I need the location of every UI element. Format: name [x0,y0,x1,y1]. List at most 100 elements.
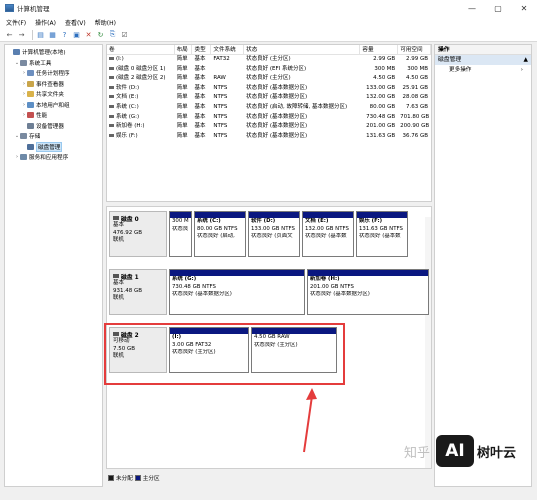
tree-node-icon [27,112,34,119]
partition-status: 状态良好 (基本数据分区) [172,291,232,297]
partition-status: 状态良好 (基本数 [359,233,401,239]
tree-item[interactable]: › 性能 [5,110,102,121]
volume-icon [109,57,114,60]
tree-item[interactable]: 磁盘管理 [5,141,102,153]
column-status[interactable]: 状态 [244,45,361,54]
partition-block[interactable]: 软件 (D:) 133.00 GB NTFS 状态良好 (页面文 [248,211,300,257]
maximize-button[interactable]: ▢ [485,0,511,16]
column-filesystem[interactable]: 文件系统 [211,45,245,54]
volume-capacity: 4.50 GB [373,75,396,82]
volume-capacity: 80.00 GB [369,103,396,110]
volume-row[interactable]: 文档 (E:) 简单 基本 NTFS 状态良好 (基本数据分区) 132.00 GB 28.… [107,93,431,103]
tree-item[interactable]: › 任务计划程序 [5,68,102,79]
column-capacity[interactable]: 容量 [360,45,399,54]
delete-icon[interactable]: ✕ [84,30,93,39]
disk-size: 931.48 GB [113,287,143,294]
action-group-label: 磁盘管理 [438,57,462,63]
partition-label: 系统 (C:) [197,218,221,224]
partition-block[interactable]: 300 M 状态良 [169,211,192,257]
tree-item[interactable]: 设备管理器 [5,121,102,132]
volume-icon [109,66,114,70]
watermark-zhihu: 知乎 [404,445,431,461]
menu-action[interactable]: 操作(A) [35,18,56,27]
volume-row[interactable]: 系统 (G:) 简单 基本 NTFS 状态良好 (基本数据分区) 730.48 GB 701… [107,113,431,123]
help-icon[interactable]: ? [60,30,69,39]
partition-block[interactable]: 娱乐 (F:) 131.63 GB NTFS 状态良好 (基本数 [356,211,408,257]
volume-type: 基本 [194,123,206,130]
volume-status: 状态良好 (主分区) [246,56,291,62]
partition-status: 状态良好 (基本数据分区) [310,291,370,297]
menu-view[interactable]: 查看(V) [65,18,86,27]
tree-item-label: 设备管理器 [36,123,64,130]
properties-icon[interactable]: ▣ [72,30,81,39]
tree-node-icon [27,122,34,129]
volume-row[interactable]: (磁盘 0 磁盘分区 1) 简单 基本 状态良好 (EFI 系统分区) 300 MB 30… [107,65,431,75]
minimize-button[interactable]: — [459,0,485,16]
volume-row[interactable]: 软件 (D:) 简单 基本 NTFS 状态良好 (基本数据分区) 133.00 GB 25.… [107,84,431,94]
collapse-icon[interactable]: ▲ [524,55,528,65]
partition-size: 132.00 GB NTFS [305,225,349,232]
annotation-arrow-icon [303,388,317,453]
menu-file[interactable]: 文件(F) [6,18,26,27]
up-level-icon[interactable]: ▤ [36,30,45,39]
more-actions[interactable]: 更多操作 › [435,65,531,75]
tree-item[interactable]: › 共享文件夹 [5,89,102,100]
volume-free-space: 4.50 GB [405,75,428,82]
volume-filesystem: NTFS [213,103,228,110]
forward-icon[interactable]: → [17,30,26,39]
volume-filesystem [211,65,244,75]
volume-layout: 简单 [176,113,188,120]
volume-status: 状态良好 (基本数据分区) [246,84,308,91]
tree-item[interactable]: ⌄ 存储 [5,131,102,142]
partition-size: 131.63 GB NTFS [359,225,403,232]
volume-free-space: 200.90 GB [400,123,430,130]
partition-block[interactable]: 文档 (E:) 132.00 GB NTFS 状态良好 (基本数 [302,211,354,257]
volume-row[interactable]: 系统 (C:) 简单 基本 NTFS 状态良好 (启动, 故障转储, 基本数据分区) 80… [107,103,431,113]
volume-free-space: 28.08 GB [402,94,428,101]
partition-status: 状态良 [172,225,189,232]
volume-name: 新加卷 (H:) [107,122,175,132]
partition-block[interactable]: 新加卷 (H:) 201.00 GB NTFS 状态良好 (基本数据分区) [307,269,429,315]
show-tree-icon[interactable]: ▦ [48,30,57,39]
action-group-disk-management[interactable]: 磁盘管理 ▲ [435,55,531,65]
toolbar: ← → ▤ ▦ ? ▣ ✕ ↻ ⎘ ☑ [0,28,537,42]
column-type[interactable]: 类型 [192,45,212,54]
volume-row[interactable]: 娱乐 (F:) 简单 基本 NTFS 状态良好 (基本数据分区) 131.63 GB 36.… [107,132,431,142]
partition-status: 状态良好 (页面文 [251,233,293,239]
volume-type: 基本 [194,65,206,72]
menu-help[interactable]: 帮助(H) [95,18,116,27]
tree-item[interactable]: › 服务和应用程序 [5,152,102,163]
chevron-right-icon: › [520,67,523,73]
volume-row[interactable]: 新加卷 (H:) 简单 基本 NTFS 状态良好 (基本数据分区) 201.00 GB 20… [107,122,431,132]
column-layout[interactable]: 布局 [175,45,193,54]
column-volume[interactable]: 卷 [107,45,175,54]
partition-size: 133.00 GB NTFS [251,225,295,232]
disk-name: 磁盘 1 [113,272,163,281]
checklist-icon[interactable]: ☑ [120,30,129,39]
close-button[interactable]: ✕ [511,0,537,16]
export-icon[interactable]: ⎘ [108,30,117,39]
volume-capacity: 2.99 GB [373,56,396,62]
partition-size: 201.00 GB NTFS [310,283,354,290]
tree-item[interactable]: 计算机管理(本地) [5,47,102,58]
column-free-space[interactable]: 可用空间 [398,45,431,54]
volume-name: (磁盘 2 磁盘分区 2) [107,74,175,84]
partition-size: 730.48 GB NTFS [172,283,216,290]
tree-node-icon [20,154,27,161]
back-icon[interactable]: ← [5,30,14,39]
refresh-icon[interactable]: ↻ [96,30,105,39]
disk-label[interactable]: 磁盘 1 基本 931.48 GB 联机 [109,269,167,315]
partition-status: 状态良好 (基本数 [305,233,347,239]
volume-capacity: 300 MB [374,65,396,72]
tree-item[interactable]: › 事件查看器 [5,79,102,90]
tree-item[interactable]: ⌄ 系统工具 [5,58,102,69]
tree-node-icon [27,101,34,108]
disk-label[interactable]: 磁盘 0 基本 476.92 GB 联机 [109,211,167,257]
volume-row[interactable]: (I:) 简单 基本 FAT32 状态良好 (主分区) 2.99 GB 2.99 GB [107,55,431,65]
volume-row[interactable]: (磁盘 2 磁盘分区 2) 简单 基本 RAW 状态良好 (主分区) 4.50 GB 4.5… [107,74,431,84]
partition-block[interactable]: 系统 (C:) 80.00 GB NTFS 状态良好 (启动, [194,211,246,257]
partition-block[interactable]: 系统 (G:) 730.48 GB NTFS 状态良好 (基本数据分区) [169,269,305,315]
disk-kind: 基本 [113,280,125,286]
tree-item[interactable]: › 本地用户和组 [5,100,102,111]
tree-item-label: 任务计划程序 [36,71,70,78]
